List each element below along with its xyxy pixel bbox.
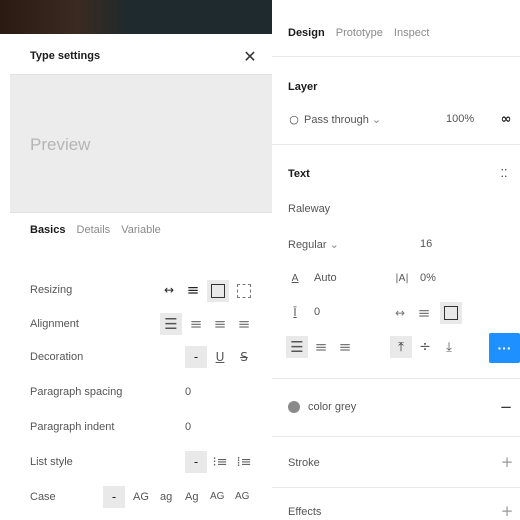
paragraph-indent-input[interactable]: 0 [185,421,191,433]
remove-fill-icon[interactable]: − [496,397,516,417]
letter-spacing-icon: |A| [395,272,409,284]
list-style-label: List style [30,456,73,468]
fill-style-name[interactable]: color grey [308,401,356,413]
case-small-caps-button[interactable]: AG [210,491,224,502]
add-stroke-icon[interactable]: + [498,453,516,471]
type-settings-title: Type settings [30,50,101,62]
decoration-label: Decoration [30,351,84,363]
divider [272,487,520,488]
divider [272,144,520,145]
fill-swatch[interactable] [288,401,300,413]
canvas-image-strip [0,0,272,34]
stroke-section-title: Stroke [288,457,320,469]
case-forced-small-caps-button[interactable]: AG [235,491,249,502]
design-panel [272,0,520,520]
align-justify-icon[interactable]: ≡ [233,313,255,335]
effects-section-title: Effects [288,506,322,518]
preview-area: Preview [10,74,272,213]
add-effect-icon[interactable]: + [498,502,516,520]
text-styles-grid-icon[interactable]: ⁚⁚ [496,166,512,180]
paragraph-spacing-icon: Ī [293,305,297,319]
text-section-title: Text [288,168,310,180]
align-left-icon[interactable]: ☰ [286,336,308,358]
font-family-dropdown[interactable]: Raleway [288,203,330,215]
tab-variable[interactable]: Variable [121,224,161,236]
opacity-input[interactable]: 100% [446,113,474,125]
line-height-input[interactable]: Auto [314,272,337,284]
preview-text: Preview [30,135,91,154]
case-label: Case [30,491,56,503]
align-top-icon[interactable]: ⤒ [390,336,412,358]
decoration-none-button[interactable]: - [185,346,207,368]
divider [272,56,520,57]
alignment-label: Alignment [30,318,79,330]
case-title-button[interactable]: Ag [185,491,198,503]
fixed-size-button[interactable] [207,280,229,302]
tab-prototype[interactable]: Prototype [336,27,383,39]
blend-mode-dropdown[interactable]: Pass through ⌄ [304,113,381,126]
paragraph-spacing-input[interactable]: 0 [314,306,320,318]
chevron-down-icon: ⌄ [371,114,382,126]
fixed-size-icon [444,306,458,320]
tab-design[interactable]: Design [288,27,325,39]
underline-icon[interactable]: U [209,346,231,368]
paragraph-spacing-label: Paragraph spacing [30,386,123,398]
design-panel-tabs: Design Prototype Inspect [288,27,429,39]
align-left-icon[interactable]: ☰ [160,313,182,335]
auto-width-icon[interactable]: ↔ [159,280,179,300]
visibility-eye-icon[interactable]: ∞ [496,111,516,127]
tab-inspect[interactable]: Inspect [394,27,429,39]
align-bottom-icon[interactable]: ⤓ [438,336,460,358]
auto-width-icon[interactable]: ↔ [390,304,410,322]
align-middle-icon[interactable]: ÷ [414,336,436,358]
case-lowercase-button[interactable]: ag [160,491,172,503]
paragraph-indent-label: Paragraph indent [30,421,115,433]
chevron-down-icon: ⌄ [329,239,339,251]
more-type-settings-button[interactable]: ··· [489,333,520,363]
type-settings-tabs: Basics Details Variable [30,224,161,236]
canvas-image [0,0,130,34]
fixed-size-icon [211,284,225,298]
align-center-icon[interactable]: ≡ [310,336,332,358]
case-none-button[interactable]: - [103,486,125,508]
line-height-icon: A [291,272,299,284]
paragraph-spacing-input[interactable]: 0 [185,386,191,398]
case-uppercase-button[interactable]: AG [133,491,149,503]
align-right-icon[interactable]: ≡ [209,313,231,335]
divider [272,436,520,437]
resizing-label: Resizing [30,284,73,296]
blend-mode-icon: ○ [289,112,299,126]
truncate-icon[interactable] [233,280,255,302]
bulleted-list-icon[interactable]: ⁝≡ [209,451,231,473]
strikethrough-icon[interactable]: S [233,346,255,368]
layer-section-title: Layer [288,81,318,93]
font-style-value: Regular [288,239,327,251]
auto-height-icon[interactable]: ≡ [183,280,203,300]
tab-basics[interactable]: Basics [30,224,65,236]
tab-details[interactable]: Details [77,224,111,236]
align-right-icon[interactable]: ≡ [334,336,356,358]
align-center-icon[interactable]: ≡ [185,313,207,335]
font-size-input[interactable]: 16 [420,238,432,250]
auto-height-icon[interactable]: ≡ [414,304,434,322]
list-none-button[interactable]: - [185,451,207,473]
letter-spacing-input[interactable]: 0% [420,272,436,284]
blend-mode-value: Pass through [304,114,369,126]
numbered-list-icon[interactable]: ⁞≡ [233,451,255,473]
fixed-size-button[interactable] [440,302,462,324]
close-icon[interactable]: ✕ [240,46,260,66]
font-style-dropdown[interactable]: Regular ⌄ [288,238,339,251]
divider [272,378,520,379]
